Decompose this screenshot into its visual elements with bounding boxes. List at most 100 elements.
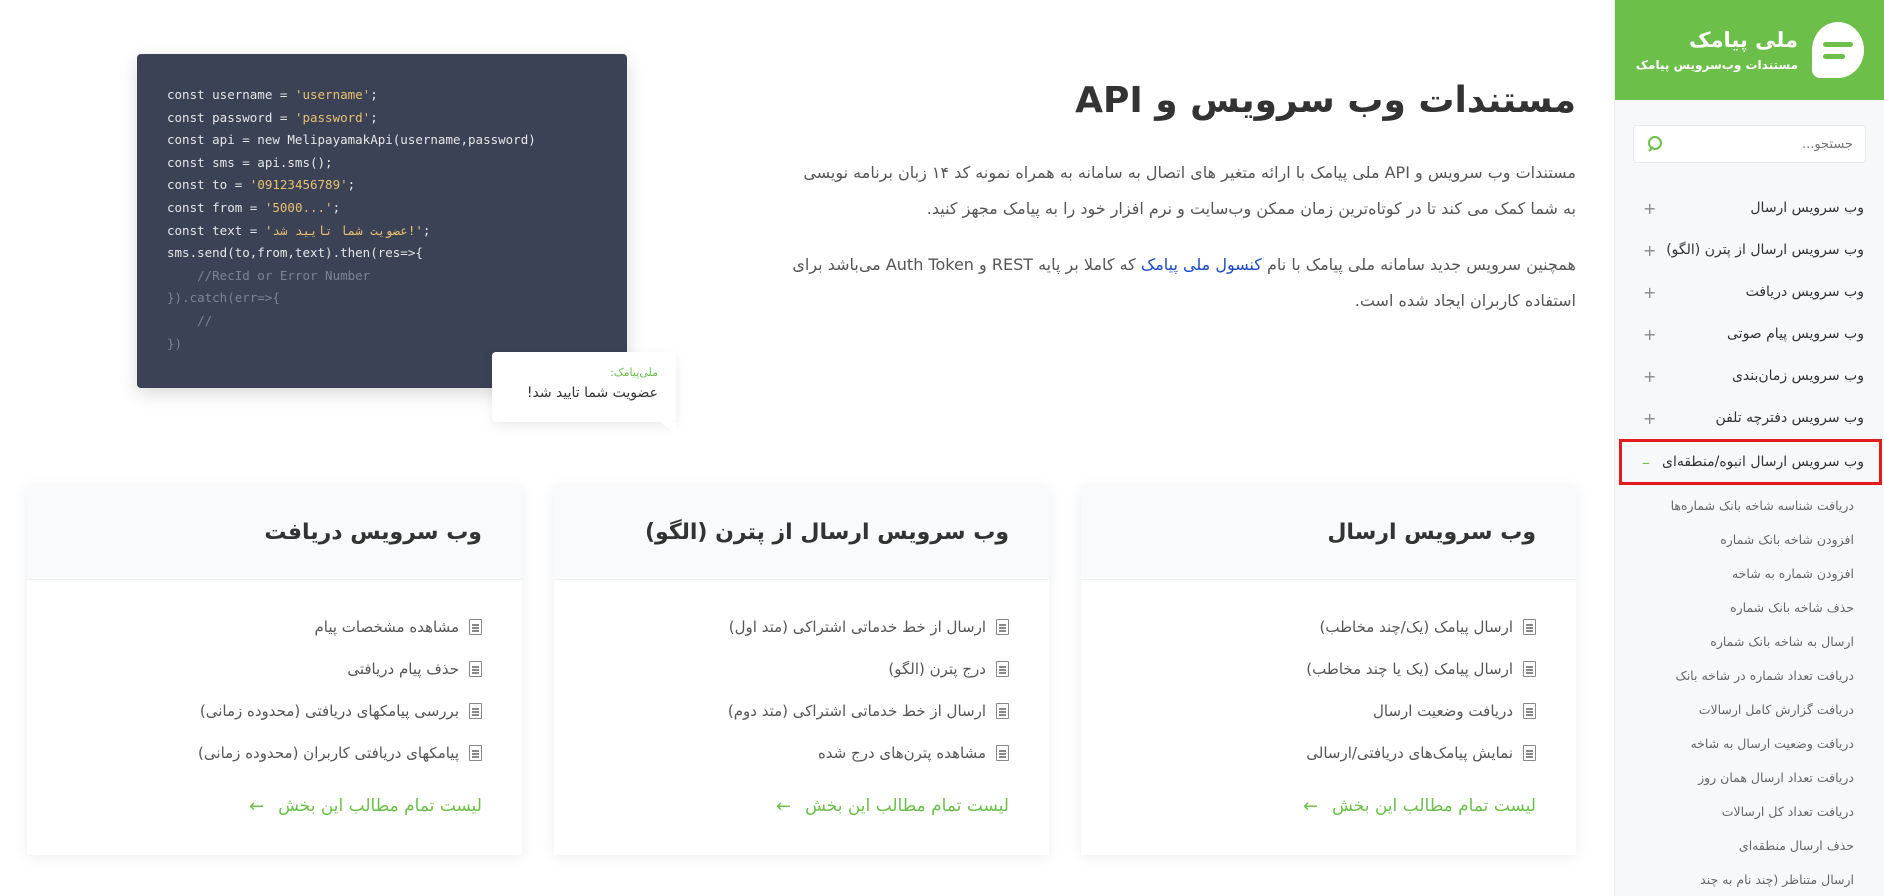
plus-icon[interactable]: + xyxy=(1643,199,1656,218)
code-text: const username = xyxy=(167,87,295,102)
sidebar-nav: وب سرویس ارسال + وب سرویس ارسال از پترن … xyxy=(1615,187,1884,896)
list-item[interactable]: ارسال پیامک (یک یا چند مخاطب) xyxy=(1121,648,1536,690)
view-all-label: لیست تمام مطالب این بخش xyxy=(1332,796,1536,816)
sidebar-item-send[interactable]: وب سرویس ارسال + xyxy=(1615,187,1884,229)
search-input[interactable] xyxy=(1664,136,1853,152)
sidebar-subitem[interactable]: دریافت وضعیت ارسال به شاخه xyxy=(1625,727,1854,761)
view-all-label: لیست تمام مطالب این بخش xyxy=(805,796,1009,816)
sidebar-subitem[interactable]: دریافت تعداد ارسال همان روز xyxy=(1625,761,1854,795)
sidebar-subitem[interactable]: افزودن شاخه بانک شماره xyxy=(1625,523,1854,557)
code-text: ; xyxy=(422,222,431,238)
code-line: const to = '09123456789'; xyxy=(167,174,597,197)
search-box xyxy=(1633,125,1866,163)
document-icon xyxy=(1523,661,1536,677)
code-string: 'password' xyxy=(294,109,371,125)
view-all-label: لیست تمام مطالب این بخش xyxy=(278,796,482,816)
plus-icon[interactable]: + xyxy=(1643,241,1656,260)
sidebar-subitem[interactable]: دریافت شناسه شاخه بانک شماره‌ها xyxy=(1625,489,1854,523)
hero-paragraph-2-before: همچنین سرویس جدید سامانه ملی پیامک با نا… xyxy=(1267,255,1576,274)
list-item-label: ارسال از خط خدماتی اشتراکی (متد دوم) xyxy=(727,702,986,720)
document-icon xyxy=(996,661,1009,677)
list-item[interactable]: حذف پیام دریافتی xyxy=(67,648,482,690)
list-item[interactable]: بررسی پیامکهای دریافتی (محدوده زمانی) xyxy=(67,690,482,732)
sidebar-item-receive[interactable]: وب سرویس دریافت + xyxy=(1615,271,1884,313)
document-icon xyxy=(469,703,482,719)
bubble-text: عضویت شما تایید شد! xyxy=(526,385,658,401)
sidebar-subitem[interactable]: دریافت گزارش کامل ارسالات xyxy=(1625,693,1854,727)
bubble-sender: ملی‌پیامک: xyxy=(610,366,658,379)
card-body: ارسال از خط خدماتی اشتراکی (متد اول) درج… xyxy=(554,580,1049,826)
view-all-link[interactable]: لیست تمام مطالب این بخش ← xyxy=(594,786,1009,826)
hero-paragraph-2: همچنین سرویس جدید سامانه ملی پیامک با نا… xyxy=(786,247,1576,319)
list-item-label: ارسال پیامک (یک یا چند مخاطب) xyxy=(1306,660,1513,678)
plus-icon[interactable]: + xyxy=(1643,409,1656,428)
minus-icon[interactable]: – xyxy=(1642,453,1650,472)
list-item-label: پیامکهای دریافتی کاربران (محدوده زمانی) xyxy=(198,744,459,762)
document-icon xyxy=(996,703,1009,719)
plus-icon[interactable]: + xyxy=(1643,283,1656,302)
code-text: ; xyxy=(332,199,341,215)
sidebar-item-bulk[interactable]: وب سرویس ارسال انبوه/منطقه‌ای – xyxy=(1619,439,1882,485)
sidebar-subitem[interactable]: حذف ارسال منطقه‌ای xyxy=(1625,829,1854,863)
arrow-left-icon: ← xyxy=(1302,795,1319,817)
sidebar-item-label: وب سرویس دفترچه تلفن xyxy=(1715,410,1864,426)
sidebar-subitem[interactable]: دریافت تعداد کل ارسالات xyxy=(1625,795,1854,829)
code-string: 'username' xyxy=(294,87,371,102)
card-body: مشاهده مشخصات پیام حذف پیام دریافتی بررس… xyxy=(27,580,522,826)
sidebar-item-label: وب سرویس ارسال از پترن (الگو) xyxy=(1666,242,1864,258)
sidebar-item-schedule[interactable]: وب سرویس زمان‌بندی + xyxy=(1615,355,1884,397)
code-line: // xyxy=(167,312,213,328)
search-icon[interactable] xyxy=(1646,135,1664,153)
card-receive: وب سرویس دریافت مشاهده مشخصات پیام حذف پ… xyxy=(27,485,522,855)
hero-paragraph-1: مستندات وب سرویس و API ملی پیامک با ارائ… xyxy=(803,163,1576,218)
code-text: const from = xyxy=(167,199,265,215)
sidebar: ملی پیامک مستندات وب‌سرویس پیامک وب سروی… xyxy=(1614,0,1884,896)
list-item[interactable]: مشاهده مشخصات پیام xyxy=(67,606,482,648)
list-item[interactable]: دریافت وضعیت ارسال xyxy=(1121,690,1536,732)
code-string: '5000...' xyxy=(264,199,333,215)
document-icon xyxy=(1523,703,1536,719)
sidebar-subitem[interactable]: دریافت تعداد شماره در شاخه بانک xyxy=(1625,659,1854,693)
sidebar-subitem[interactable]: حذف شاخه بانک شماره xyxy=(1625,591,1854,625)
sidebar-item-pattern[interactable]: وب سرویس ارسال از پترن (الگو) + xyxy=(1615,229,1884,271)
sidebar-subitem[interactable]: افزودن شماره به شاخه xyxy=(1625,557,1854,591)
list-item-label: دریافت وضعیت ارسال xyxy=(1372,702,1513,720)
plus-icon[interactable]: + xyxy=(1643,367,1656,386)
code-text: ; xyxy=(370,109,378,125)
view-all-link[interactable]: لیست تمام مطالب این بخش ← xyxy=(1121,786,1536,826)
sidebar-item-label: وب سرویس زمان‌بندی xyxy=(1731,368,1864,384)
list-item[interactable]: نمایش پیامک‌های دریافتی/ارسالی xyxy=(1121,732,1536,774)
code-line: const api = new MelipayamakApi(username,… xyxy=(167,132,536,148)
list-item-label: ارسال از خط خدماتی اشتراکی (متد اول) xyxy=(728,618,986,636)
code-line: const text = 'عضویت شما تایید شد!'; xyxy=(167,220,597,243)
document-icon xyxy=(469,619,482,635)
plus-icon[interactable]: + xyxy=(1643,325,1656,344)
code-line: const from = '5000...'; xyxy=(167,197,597,220)
sidebar-item-label: وب سرویس ارسال انبوه/منطقه‌ای xyxy=(1661,454,1864,470)
brand-header[interactable]: ملی پیامک مستندات وب‌سرویس پیامک xyxy=(1615,0,1884,100)
list-item[interactable]: ارسال از خط خدماتی اشتراکی (متد اول) xyxy=(594,606,1009,648)
sidebar-item-label: وب سرویس پیام صوتی xyxy=(1727,326,1864,342)
code-line: sms.send(to,from,text).then(res=>{ xyxy=(167,245,423,261)
sms-bubble: ملی‌پیامک: عضویت شما تایید شد! xyxy=(492,352,676,434)
list-item[interactable]: پیامکهای دریافتی کاربران (محدوده زمانی) xyxy=(67,732,482,774)
list-item-label: مشاهده پترن‌های درج شده xyxy=(817,744,986,762)
sidebar-subitem[interactable]: ارسال به شاخه بانک شماره xyxy=(1625,625,1854,659)
list-item-label: مشاهده مشخصات پیام xyxy=(314,618,459,636)
sidebar-subitem[interactable]: ارسال متناظر (چند نام به چند xyxy=(1625,863,1854,896)
code-text: const text = xyxy=(167,222,265,238)
list-item[interactable]: درج پترن (الگو) xyxy=(594,648,1009,690)
list-item[interactable]: مشاهده پترن‌های درج شده xyxy=(594,732,1009,774)
list-item[interactable]: ارسال پیامک (یک/چند مخاطب) xyxy=(1121,606,1536,648)
console-link[interactable]: کنسول ملی پیامک xyxy=(1141,255,1262,274)
brand-title: ملی پیامک xyxy=(1689,28,1798,52)
view-all-link[interactable]: لیست تمام مطالب این بخش ← xyxy=(67,786,482,826)
hero-description: مستندات وب سرویس و API ملی پیامک با ارائ… xyxy=(786,155,1576,319)
code-text: ; xyxy=(347,177,356,193)
sidebar-item-voice[interactable]: وب سرویس پیام صوتی + xyxy=(1615,313,1884,355)
sidebar-item-phonebook[interactable]: وب سرویس دفترچه تلفن + xyxy=(1615,397,1884,439)
list-item[interactable]: ارسال از خط خدماتی اشتراکی (متد دوم) xyxy=(594,690,1009,732)
code-text: const to = xyxy=(167,177,250,193)
card-title: وب سرویس ارسال از پترن (الگو) xyxy=(554,485,1049,580)
document-icon xyxy=(469,661,482,677)
